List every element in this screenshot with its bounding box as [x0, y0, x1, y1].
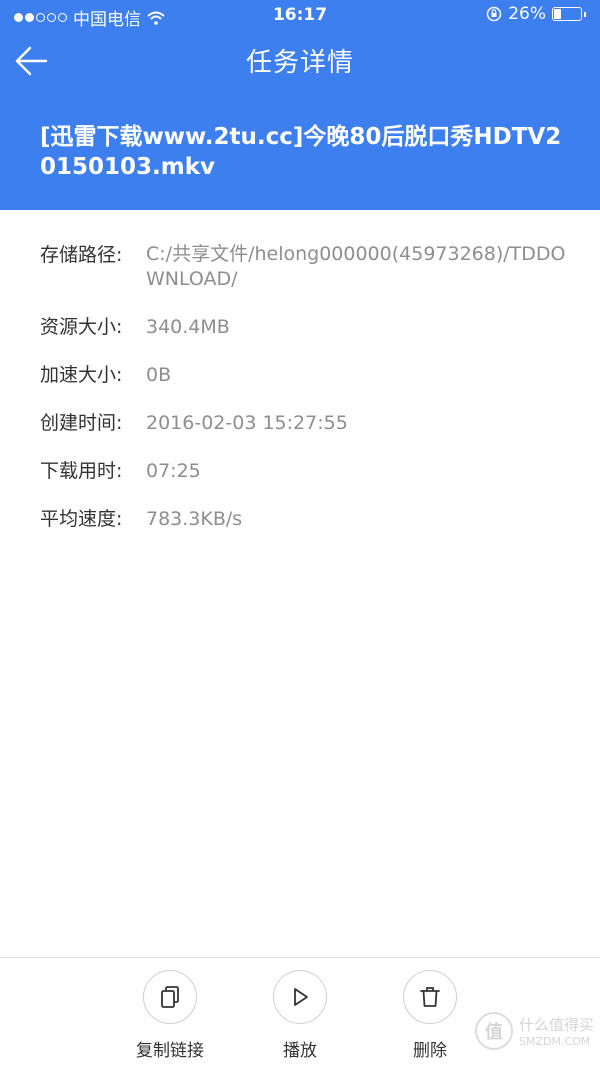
detail-row-storage-path: 存储路径: C:/共享文件/helong000000(45973268)/TDD…: [40, 242, 580, 292]
watermark-text: 什么值得买: [518, 1016, 594, 1034]
watermark-logo: 值: [474, 1012, 513, 1050]
detail-label: 创建时间:: [40, 412, 123, 434]
detail-row-download-duration: 下载用时: 07:25: [40, 458, 580, 484]
detail-value: 0B: [146, 364, 172, 386]
rotation-lock-icon: [486, 6, 502, 22]
play-label: 播放: [283, 1041, 317, 1061]
copy-icon: [143, 970, 197, 1024]
delete-button[interactable]: 删除: [380, 970, 480, 1061]
page-title: 任务详情: [245, 48, 354, 78]
detail-label: 加速大小:: [40, 364, 123, 386]
delete-label: 删除: [413, 1041, 447, 1061]
copy-link-button[interactable]: 复制链接: [120, 970, 220, 1061]
battery-icon: [552, 7, 582, 21]
trash-icon: [403, 970, 457, 1024]
battery-percent: 26%: [508, 4, 546, 24]
detail-row-accelerated-size: 加速大小: 0B: [40, 362, 580, 388]
detail-row-average-speed: 平均速度: 783.3KB/s: [40, 506, 580, 532]
file-name: [迅雷下载www.2tu.cc]今晚80后脱口秀HDTV20150103.mkv: [40, 124, 562, 180]
detail-label: 下载用时:: [40, 460, 123, 482]
status-right: 26%: [486, 4, 586, 24]
navbar: 任务详情: [0, 30, 600, 92]
detail-label: 存储路径:: [40, 244, 123, 266]
play-icon: [273, 970, 327, 1024]
watermark-site: SMZDM.COM: [518, 1035, 591, 1048]
header: 中国电信 16:17 26% 任务详情 [迅雷下载www.2tu.cc]今晚80…: [0, 0, 600, 210]
detail-value: 340.4MB: [146, 316, 230, 338]
detail-label: 资源大小:: [40, 316, 123, 338]
status-bar: 中国电信 16:17 26%: [0, 0, 600, 30]
play-button[interactable]: 播放: [250, 970, 350, 1061]
detail-label: 平均速度:: [40, 508, 123, 530]
detail-row-resource-size: 资源大小: 340.4MB: [40, 314, 580, 340]
bottom-toolbar: 复制链接 播放 删除 值 什么值得买 SMZDM.COM: [0, 957, 600, 1068]
copy-link-label: 复制链接: [136, 1041, 204, 1061]
watermark: 值 什么值得买 SMZDM.COM: [474, 1012, 594, 1050]
detail-value: 07:25: [146, 460, 201, 482]
detail-row-created-time: 创建时间: 2016-02-03 15:27:55: [40, 410, 580, 436]
details-list: 存储路径: C:/共享文件/helong000000(45973268)/TDD…: [40, 242, 580, 554]
detail-value: C:/共享文件/helong000000(45973268)/TDDOWNLOA…: [146, 243, 566, 290]
detail-value: 783.3KB/s: [146, 508, 243, 530]
detail-value: 2016-02-03 15:27:55: [146, 412, 348, 434]
